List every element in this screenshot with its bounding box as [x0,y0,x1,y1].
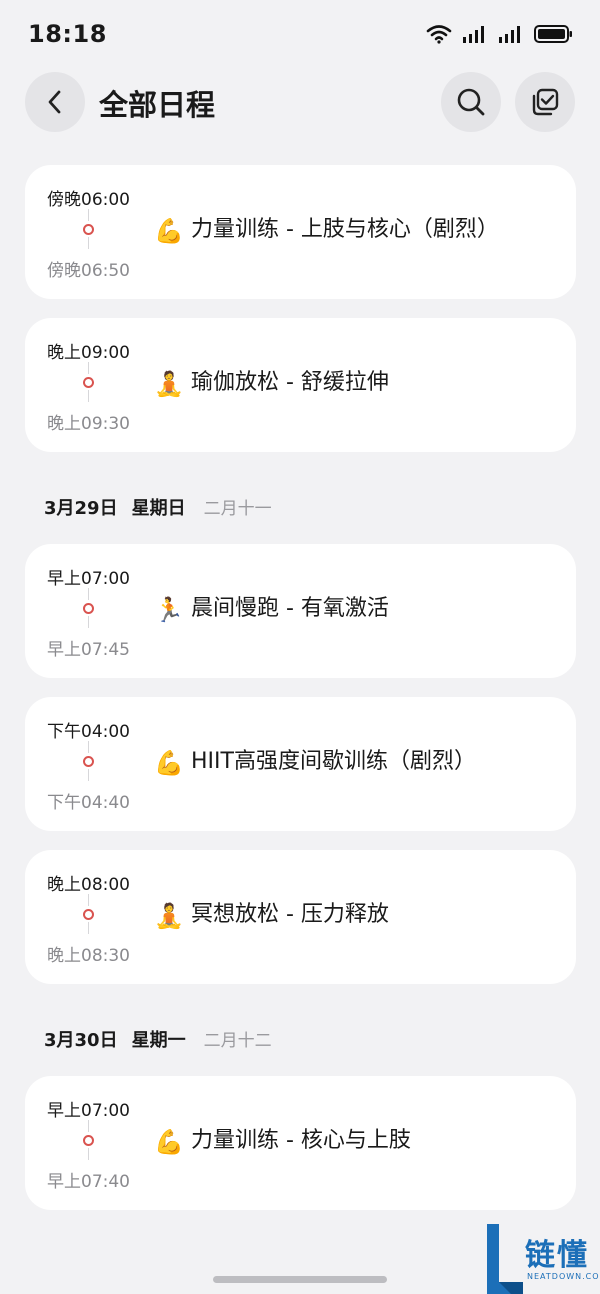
logo-mark-icon [487,1224,523,1294]
event-title: HIIT高强度间歇训练（剧烈） [191,749,476,774]
date-label: 3月30日 [44,1030,118,1051]
event-title: 力量训练 - 上肢与核心（剧烈） [191,217,499,242]
watermark-text: 链懂 [525,1238,589,1273]
header: 全部日程 [0,70,600,134]
event-end-time: 晚上09:30 [47,414,130,434]
back-icon [48,90,61,114]
timeline-line [88,209,89,221]
search-button[interactable] [441,72,501,132]
event-start-time: 傍晚06:00 [47,190,130,210]
event-card[interactable]: 晚上08:00 晚上08:30 🧘 冥想放松 - 压力释放 [25,850,576,984]
timeline-line [88,588,89,600]
date-header: 3月30日 星期一 二月十二 [44,1026,272,1056]
battery-icon [534,25,572,43]
timeline-line [88,616,89,628]
event-title: 晨间慢跑 - 有氧激活 [191,596,389,621]
flexed-biceps-icon: 💪 [154,217,184,245]
multi-select-button[interactable] [515,72,575,132]
event-card[interactable]: 早上07:00 早上07:40 💪 力量训练 - 核心与上肢 [25,1076,576,1210]
watermark-logo: 链懂 NEATDOWN.COM [487,1224,600,1294]
watermark-subtext: NEATDOWN.COM [527,1272,600,1281]
event-card[interactable]: 傍晚06:00 傍晚06:50 💪 力量训练 - 上肢与核心（剧烈） [25,165,576,299]
event-end-time: 下午04:40 [47,793,130,813]
event-end-time: 早上07:40 [47,1172,130,1192]
event-start-time: 晚上08:00 [47,875,130,895]
wifi-icon [426,25,452,44]
status-time: 18:18 [28,20,107,48]
timeline-line [88,237,89,249]
page-title: 全部日程 [99,88,216,122]
home-indicator[interactable] [213,1276,387,1283]
weekday-label: 星期日 [131,498,186,519]
flexed-biceps-icon: 💪 [154,1128,184,1156]
timeline-dot [83,603,94,614]
timeline-dot [83,377,94,388]
timeline-line [88,741,89,753]
signal-icon [499,26,520,43]
event-start-time: 早上07:00 [47,569,130,589]
schedule-page: 18:18 全部日程 傍晚06:00 傍晚06:50 💪 力量训练 - 上肢与核… [0,0,600,1294]
weekday-label: 星期一 [131,1030,186,1051]
flexed-biceps-icon: 💪 [154,749,184,777]
status-bar: 18:18 [0,0,600,70]
date-label: 3月29日 [44,498,118,519]
event-start-time: 早上07:00 [47,1101,130,1121]
event-title: 瑜伽放松 - 舒缓拉伸 [191,370,389,395]
search-icon [457,88,485,116]
event-card[interactable]: 早上07:00 早上07:45 🏃 晨间慢跑 - 有氧激活 [25,544,576,678]
event-end-time: 早上07:45 [47,640,130,660]
timeline-line [88,769,89,781]
timeline-dot [83,224,94,235]
running-icon: 🏃 [154,596,184,624]
lunar-date-label: 二月十一 [203,499,272,519]
meditation-icon: 🧘 [154,902,184,930]
date-header: 3月29日 星期日 二月十一 [44,494,272,524]
timeline-line [88,894,89,906]
signal-icon [463,26,484,43]
timeline-line [88,922,89,934]
event-title: 力量训练 - 核心与上肢 [191,1128,411,1153]
event-end-time: 晚上08:30 [47,946,130,966]
timeline-dot [83,1135,94,1146]
timeline-line [88,1120,89,1132]
lunar-date-label: 二月十二 [203,1031,272,1051]
timeline-dot [83,909,94,920]
event-end-time: 傍晚06:50 [47,261,130,281]
event-card[interactable]: 晚上09:00 晚上09:30 🧘 瑜伽放松 - 舒缓拉伸 [25,318,576,452]
timeline-line [88,1148,89,1160]
multi-select-icon [532,88,559,116]
event-start-time: 下午04:00 [47,722,130,742]
event-title: 冥想放松 - 压力释放 [191,902,389,927]
timeline-dot [83,756,94,767]
timeline-line [88,362,89,374]
back-button[interactable] [25,72,85,132]
event-start-time: 晚上09:00 [47,343,130,363]
timeline-line [88,390,89,402]
status-icons [426,24,574,44]
meditation-icon: 🧘 [154,370,184,398]
event-card[interactable]: 下午04:00 下午04:40 💪 HIIT高强度间歇训练（剧烈） [25,697,576,831]
